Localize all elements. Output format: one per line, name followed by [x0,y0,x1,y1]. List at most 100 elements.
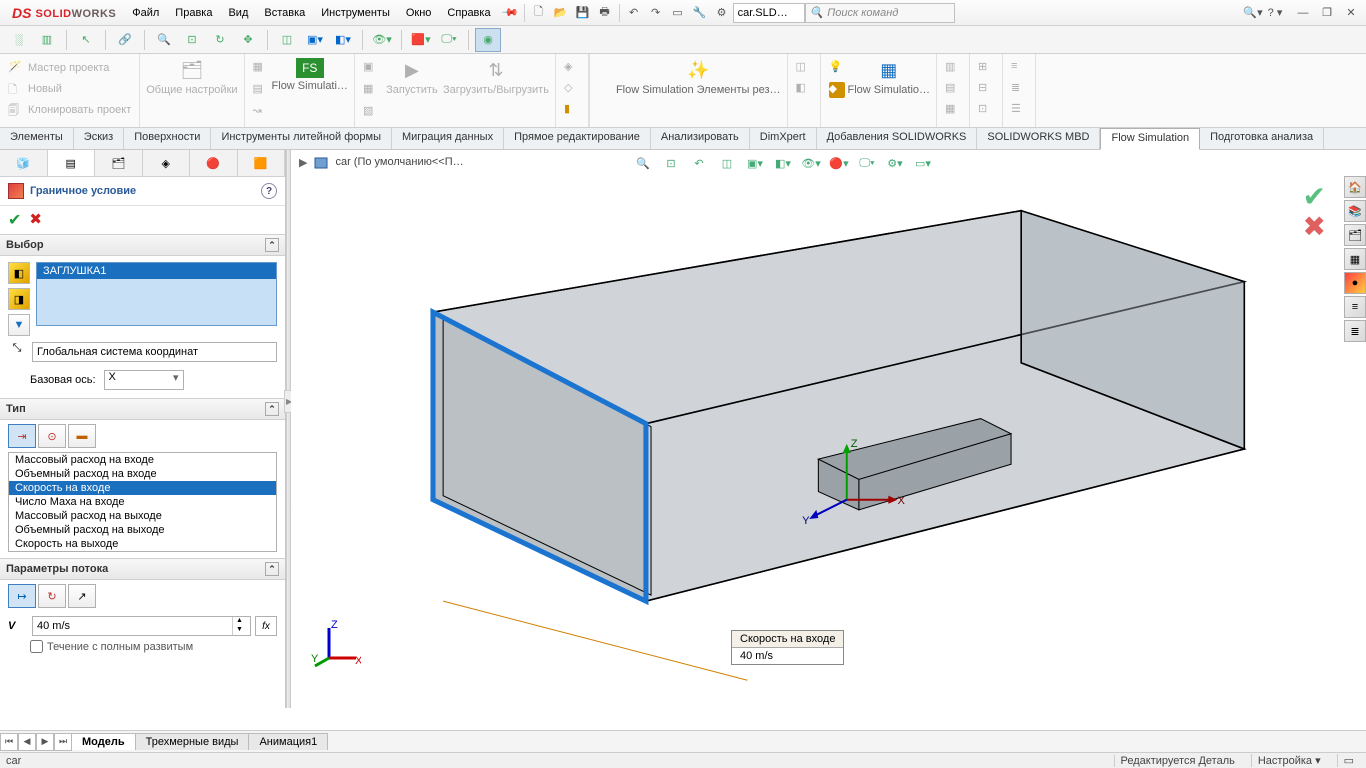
minimize-button[interactable]: — [1292,4,1314,22]
cm-tab-sketch[interactable]: Эскиз [74,128,124,149]
menu-window[interactable]: Окно [398,3,440,23]
undo-icon[interactable]: ↶ [623,2,645,24]
cm-tab-mold[interactable]: Инструменты литейной формы [211,128,392,149]
status-extra-icon[interactable]: ▭ [1337,754,1360,767]
command-search[interactable]: 🔍 Поиск команд [805,3,955,23]
new-doc-icon[interactable]: 🗋 [528,2,550,24]
cursor-icon[interactable]: ↖ [73,28,99,52]
tab-last[interactable]: ⏭ [54,733,72,751]
flow-dir-swirl[interactable]: ↻ [38,584,66,608]
flow-sim-results-button[interactable]: ✨Flow Simulation Элементы рез… [616,58,781,96]
cm-tab-directedit[interactable]: Прямое редактирование [504,128,651,149]
spin-down[interactable]: ▼ [232,626,246,635]
bc-type-flow-opening[interactable]: ⇥ [8,424,36,448]
rb-a3[interactable]: ▮ [562,100,582,120]
taskpane-home-icon[interactable]: 🏠 [1344,176,1366,198]
hide-show-icon[interactable]: 👁▾ [369,28,395,52]
document-selector[interactable]: car.SLD… [733,3,805,23]
bc-option[interactable]: Массовый расход на входе [9,453,276,467]
bc-option[interactable]: Число Маха на входе [9,495,276,509]
pm-ok-button[interactable]: ✔ [8,210,21,230]
pin-icon[interactable]: 📌 [499,2,521,24]
bc-option[interactable]: Объемный расход на выходе [9,523,276,537]
filter-icon[interactable]: ▼ [8,314,30,336]
menu-insert[interactable]: Вставка [256,3,313,23]
bc-option-selected[interactable]: Скорость на входе [9,481,276,495]
taskpane-view-icon[interactable]: ▦ [1344,248,1366,270]
lp-tab-config[interactable]: 🗂 [95,150,143,176]
face-select-icon[interactable]: ◧ [8,262,30,284]
taskpane-custom-icon[interactable]: ≡ [1344,296,1366,318]
select-icon[interactable]: ▭ [667,2,689,24]
flow-simulation-button[interactable]: FSFlow Simulati… [272,58,348,92]
scene-icon[interactable]: 🖵▾ [436,28,462,52]
vb-icon-2[interactable]: ▥ [34,28,60,52]
cm-tab-migration[interactable]: Миграция данных [392,128,504,149]
tab-next[interactable]: ▶ [36,733,54,751]
bc-type-wall[interactable]: ▬ [68,424,96,448]
collapse-icon-3[interactable]: ⌃ [265,562,279,576]
selection-item[interactable]: ЗАГЛУШКА1 [37,263,276,279]
fully-developed-row[interactable]: Течение с полным развитым [0,640,285,657]
rib-sm-2[interactable]: ▤ [251,80,271,100]
collapse-icon[interactable]: ⌃ [265,238,279,252]
bc-type-pressure[interactable]: ⊙ [38,424,66,448]
rb-f2[interactable]: ≣ [1009,79,1029,99]
cm-tab-elements[interactable]: Элементы [0,128,74,149]
cm-tab-evaluate[interactable]: Анализировать [651,128,750,149]
status-custom[interactable]: Настройка ▾ [1251,754,1327,767]
display-style-icon[interactable]: ◧▾ [330,28,356,52]
lp-tab-flow-tree[interactable]: 🟧 [238,150,286,176]
rb-c1[interactable]: 💡 [827,58,847,78]
rib-sm-3[interactable]: ↝ [251,102,271,122]
rib-sm-5[interactable]: ▦ [361,80,381,100]
rb-d1[interactable]: ▥ [943,58,963,78]
rb-f3[interactable]: ☰ [1009,100,1029,120]
bottom-tab-model[interactable]: Модель [71,733,136,750]
cm-tab-analysis-prep[interactable]: Подготовка анализа [1200,128,1324,149]
zoom-area-icon[interactable]: ⊡ [179,28,205,52]
view-triad[interactable]: Z X Y [311,618,361,668]
rb-c2[interactable]: ◆ [827,80,847,100]
face-select2-icon[interactable]: ◨ [8,288,30,310]
breadcrumb-expand-icon[interactable]: ▶ [299,156,307,169]
lp-tab-display[interactable]: 🔴 [190,150,238,176]
pan-icon[interactable]: ✥ [235,28,261,52]
bc-option[interactable]: Массовый расход на выходе [9,509,276,523]
bc-options-list[interactable]: Массовый расход на входе Объемный расход… [8,452,277,552]
bc-option[interactable]: Скорость на выходе [9,537,276,551]
save-icon[interactable]: 💾 [572,2,594,24]
open-doc-icon[interactable]: 📂 [550,2,572,24]
pm-section-selection[interactable]: Выбор⌃ [0,234,285,256]
rb-a1[interactable]: ◈ [562,58,582,78]
cm-tab-addins[interactable]: Добавления SOLIDWORKS [817,128,978,149]
lp-tab-feature-tree[interactable]: 🧊 [0,150,48,176]
pm-help-icon[interactable]: ? [261,183,277,199]
new-project-button[interactable]: 🗋Новый [6,79,64,99]
rb-a2[interactable]: ◇ [562,79,582,99]
general-settings-button[interactable]: 🗂Общие настройки [146,58,237,96]
selection-filter-icon[interactable]: ░ [6,28,32,52]
restore-button[interactable]: ❐ [1316,4,1338,22]
rb-b1[interactable]: ◫ [794,58,814,78]
taskpane-library-icon[interactable]: 📚 [1344,200,1366,222]
rib-sm-4[interactable]: ▣ [361,58,381,78]
selection-list[interactable]: ЗАГЛУШКА1 [36,262,277,326]
flow-sim-big-button[interactable]: ▦Flow Simulatio… [848,58,931,96]
rb-e3[interactable]: ⊡ [976,100,996,120]
bc-option[interactable]: Объемный расход на входе [9,467,276,481]
pm-section-type[interactable]: Тип⌃ [0,398,285,420]
cm-tab-surfaces[interactable]: Поверхности [124,128,211,149]
flow-dir-normal[interactable]: ↦ [8,584,36,608]
lp-tab-dim[interactable]: ◈ [143,150,191,176]
redo-icon[interactable]: ↷ [645,2,667,24]
cm-tab-dimxpert[interactable]: DimXpert [750,128,817,149]
search-expand-icon[interactable]: 🔍▾ [1242,2,1264,24]
pm-section-flow-params[interactable]: Параметры потока⌃ [0,558,285,580]
rib-sm-6[interactable]: ▧ [361,102,381,122]
axis-select[interactable]: X ▾ [104,370,184,390]
cm-tab-mbd[interactable]: SOLIDWORKS MBD [977,128,1100,149]
taskpane-explorer-icon[interactable]: 🗂 [1344,224,1366,246]
rb-f1[interactable]: ≡ [1009,58,1029,78]
taskpane-forum-icon[interactable]: ≣ [1344,320,1366,342]
